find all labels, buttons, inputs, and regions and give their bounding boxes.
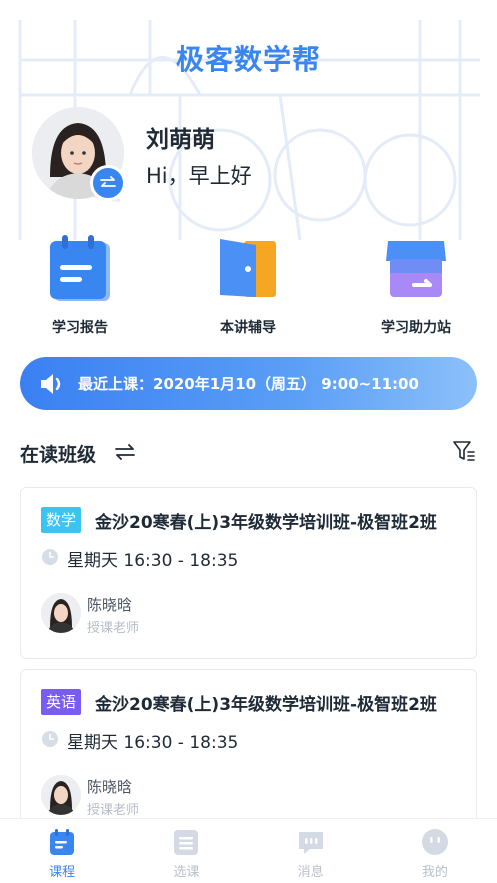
tab-label: 选课 [173,865,200,880]
class-card[interactable]: 英语 金沙20寒春(上)3年级数学培训班-极智班2班 星期天 16:30 - 1… [20,669,477,841]
bottom-tab-bar: 课程 选课 消息 我的 [0,818,497,883]
teacher-portrait [41,593,81,633]
report-icon [50,235,110,301]
course-calendar-icon [50,829,75,855]
switch-account-button[interactable] [90,165,126,201]
clock-icon [42,549,58,565]
filter-icon[interactable] [452,440,476,462]
sort-icon[interactable] [114,442,136,462]
list-icon [174,830,199,855]
tab-messages[interactable]: 消息 [249,819,373,883]
user-avatar[interactable] [32,107,126,201]
speaker-icon [41,373,61,394]
quick-action-label: 本讲辅导 [220,320,276,336]
teacher-portrait [41,775,81,815]
class-title: 金沙20寒春(上)3年级数学培训班-极智班2班 [95,695,437,715]
teacher-avatar [41,593,81,633]
door-book-icon [220,239,276,297]
quick-action-tutoring[interactable]: 本讲辅导 [178,235,318,337]
quick-action-label: 学习助力站 [381,320,451,336]
teacher-name: 陈晓晗 [87,778,133,796]
tab-courses[interactable]: 课程 [0,819,124,883]
class-time: 星期天 16:30 - 18:35 [67,551,239,571]
section-title: 在读班级 [20,444,97,466]
class-time: 星期天 16:30 - 18:35 [67,733,239,753]
clock-icon [42,731,58,747]
user-name: 刘萌萌 [146,127,215,153]
message-icon [298,832,323,854]
next-class-text: 最近上课：2020年1月10（周五） 9:00~11:00 [78,375,419,393]
quick-action-label: 学习报告 [52,320,108,336]
class-card[interactable]: 数学 金沙20寒春(上)3年级数学培训班-极智班2班 星期天 16:30 - 1… [20,487,477,659]
profile-face-icon [421,829,448,855]
quick-action-station[interactable]: 学习助力站 [346,235,486,337]
teacher-name: 陈晓晗 [87,596,133,614]
subject-tag: 数学 [41,507,82,533]
store-icon [386,241,446,297]
subject-tag: 英语 [41,689,82,715]
tab-label: 消息 [297,865,324,880]
tab-select-course[interactable]: 选课 [124,819,248,883]
tab-label: 我的 [421,865,448,880]
app-title: 极客数学帮 [175,43,321,76]
swap-icon [100,176,116,187]
next-class-notice[interactable]: 最近上课：2020年1月10（周五） 9:00~11:00 [20,357,477,410]
greeting-text: Hi，早上好 [146,164,252,188]
teacher-role: 授课老师 [87,803,140,818]
quick-action-report[interactable]: 学习报告 [10,235,150,337]
tab-label: 课程 [49,865,76,880]
teacher-avatar [41,775,81,815]
tab-mine[interactable]: 我的 [373,819,497,883]
class-title: 金沙20寒春(上)3年级数学培训班-极智班2班 [95,513,437,533]
teacher-role: 授课老师 [87,621,140,636]
